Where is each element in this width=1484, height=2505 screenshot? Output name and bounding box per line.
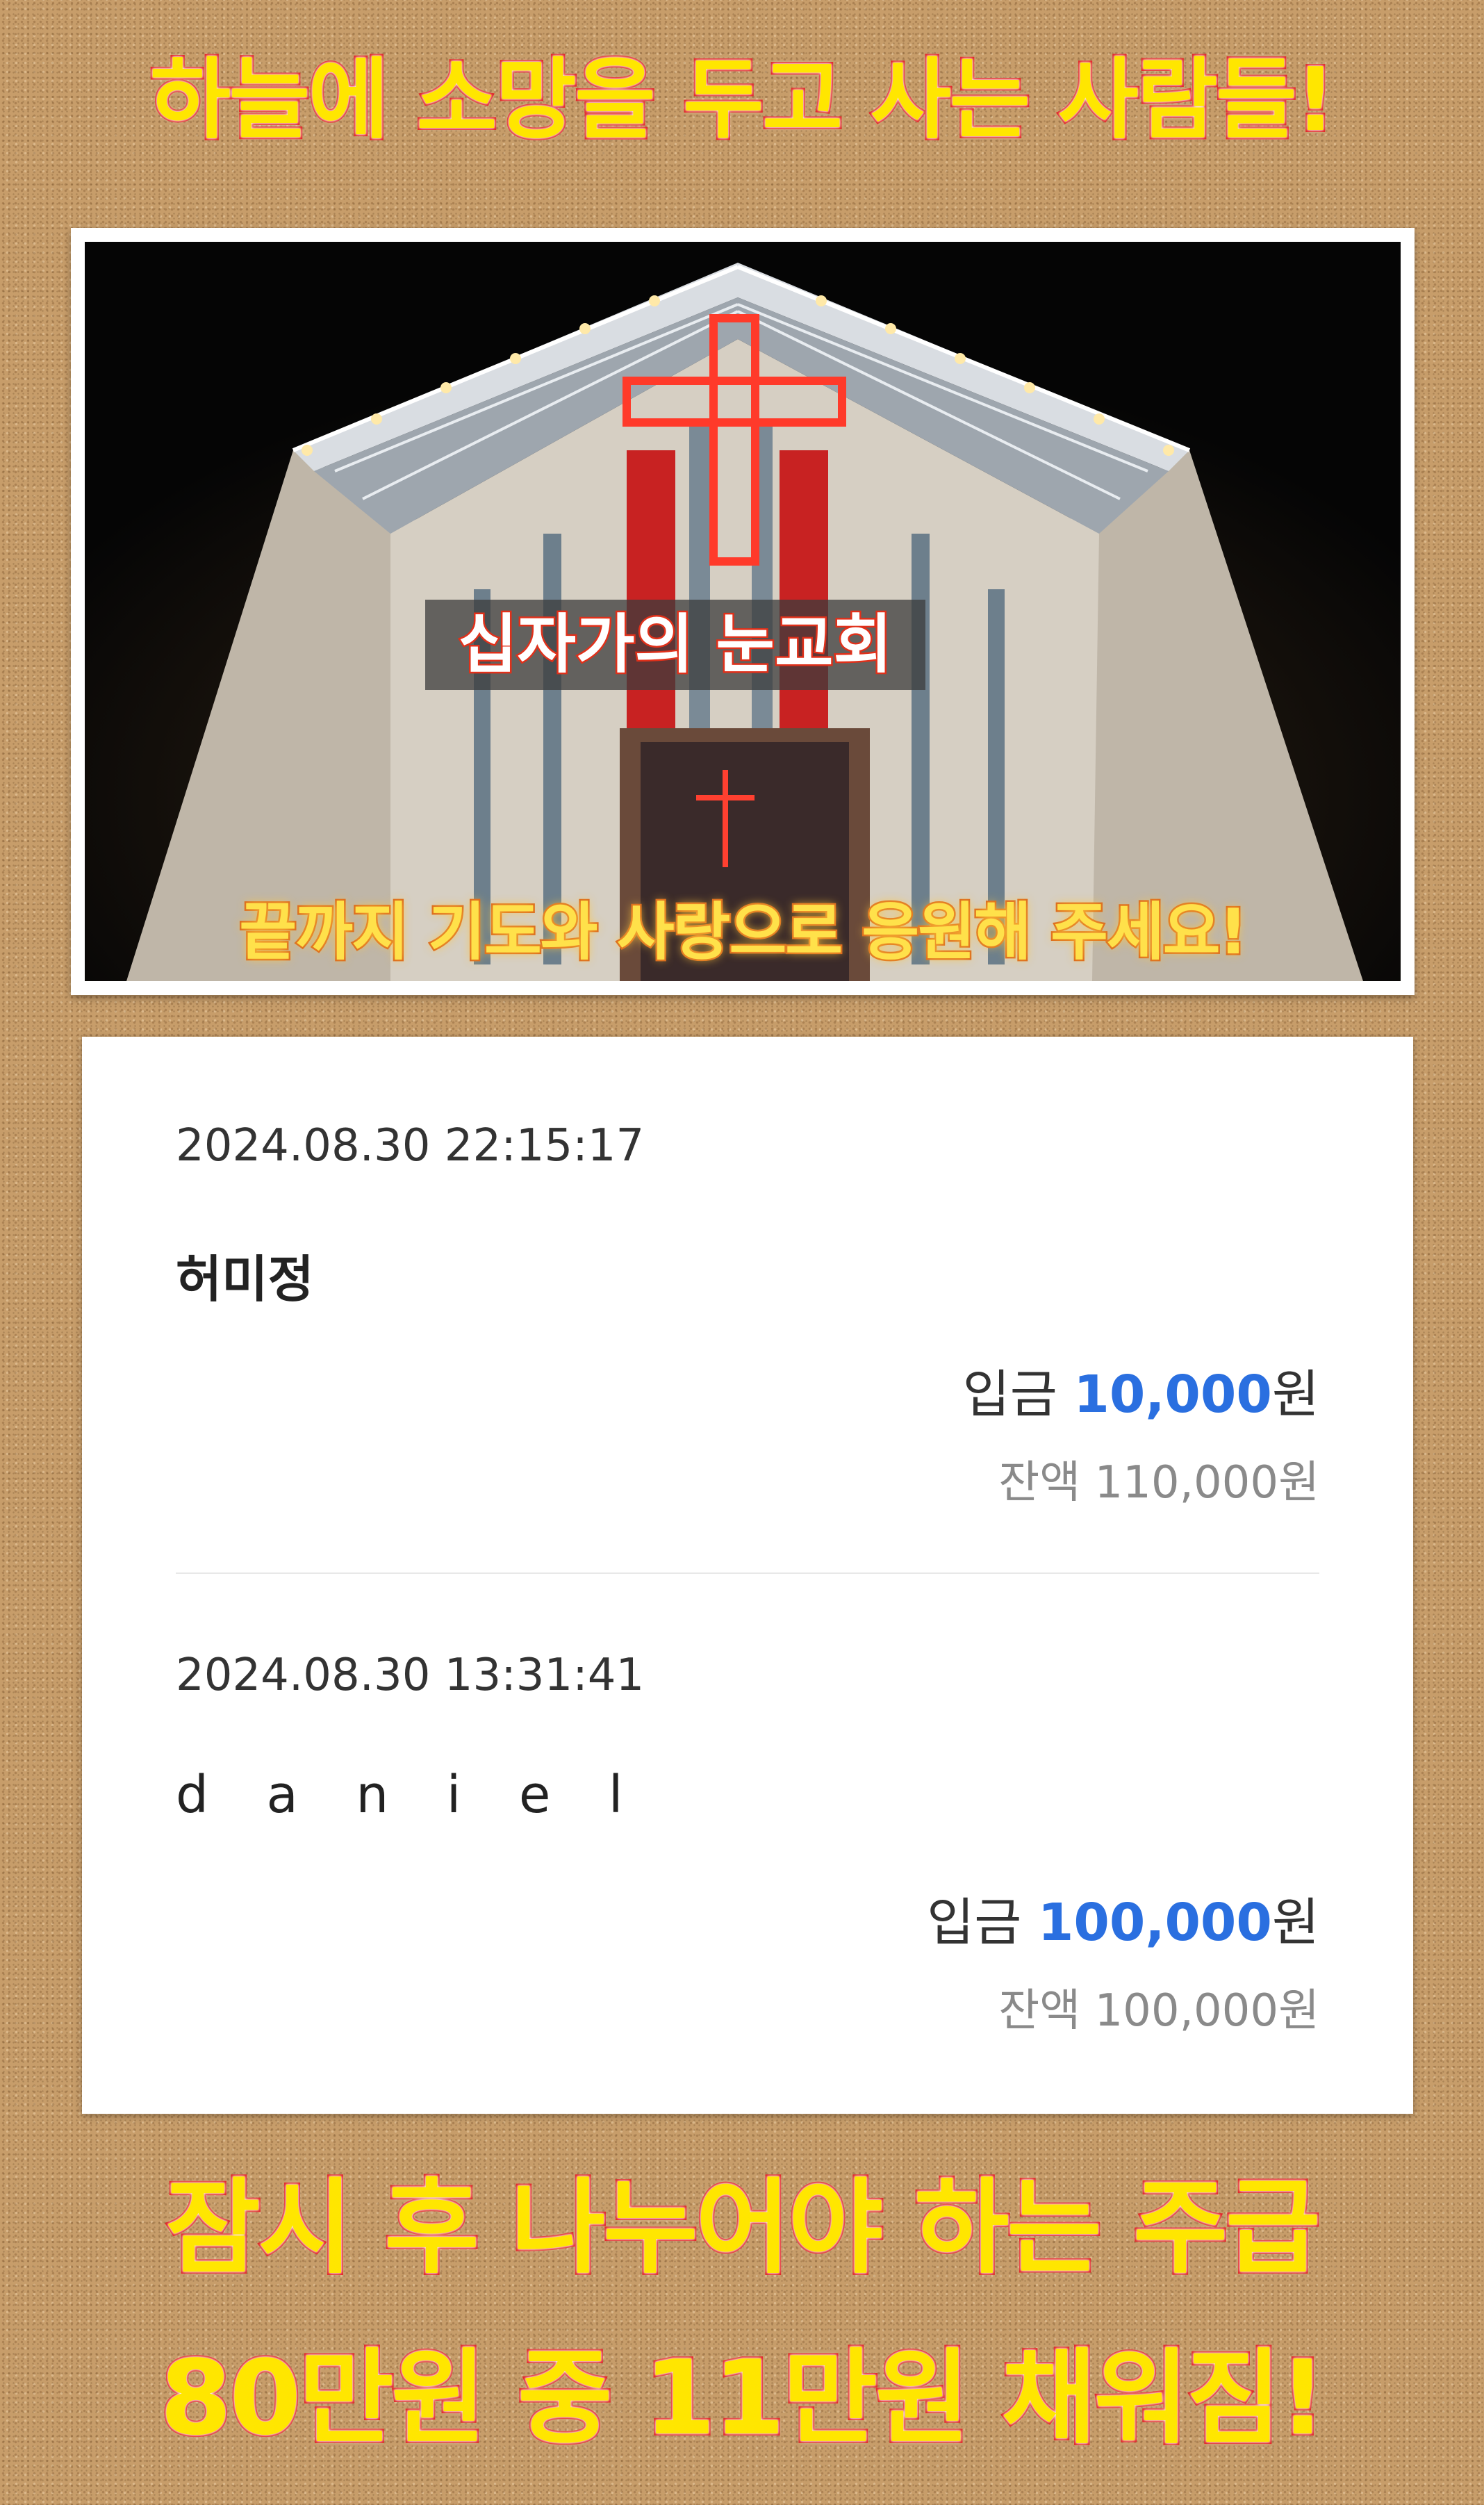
- transaction-datetime: 2024.08.30 22:15:17: [176, 1120, 645, 1172]
- church-photo-frame: 십자가의 눈교회 끝까지 기도와 사랑으로 응원해 주세요!: [71, 228, 1415, 995]
- top-headline: 하늘에 소망을 두고 사는 사람들!: [148, 47, 1337, 153]
- deposit-amount: 입금 10,000원: [963, 1353, 1319, 1427]
- balance: 잔액 110,000원: [998, 1447, 1319, 1511]
- balance-currency: 원: [1278, 1985, 1319, 2037]
- bottom-headline-line2: 80만원 중 11만원 채워짐!: [158, 2336, 1328, 2460]
- balance: 잔액 100,000원: [998, 1975, 1319, 2039]
- divider: [176, 1572, 1319, 1574]
- currency-unit: 원: [1271, 1893, 1319, 1953]
- balance-label: 잔액: [998, 1457, 1081, 1509]
- balance-currency: 원: [1278, 1457, 1319, 1509]
- church-photo: 십자가의 눈교회 끝까지 기도와 사랑으로 응원해 주세요!: [85, 242, 1401, 981]
- church-name-label: 십자가의 눈교회: [425, 600, 925, 690]
- deposit-label: 입금: [927, 1893, 1022, 1953]
- depositor-name: 허미정: [176, 1250, 314, 1308]
- depositor-name: d a n i e l: [176, 1765, 644, 1825]
- transaction-list-card: 2024.08.30 22:15:17 허미정 입금 10,000원 잔액 11…: [82, 1037, 1413, 2114]
- balance-value: 100,000: [1094, 1985, 1279, 2037]
- currency-unit: 원: [1271, 1365, 1319, 1424]
- deposit-amount-value: 100,000: [1037, 1893, 1272, 1953]
- deposit-amount: 입금 100,000원: [927, 1881, 1319, 1955]
- transaction-datetime: 2024.08.30 13:31:41: [176, 1650, 645, 1701]
- bottom-headline-line1: 잠시 후 나누어야 하는 주급: [164, 2166, 1323, 2290]
- balance-value: 110,000: [1094, 1457, 1279, 1509]
- deposit-amount-value: 10,000: [1073, 1365, 1272, 1424]
- photo-caption: 끝까지 기도와 사랑으로 응원해 주세요!: [238, 894, 1249, 971]
- balance-label: 잔액: [998, 1985, 1081, 2037]
- deposit-label: 입금: [962, 1365, 1057, 1424]
